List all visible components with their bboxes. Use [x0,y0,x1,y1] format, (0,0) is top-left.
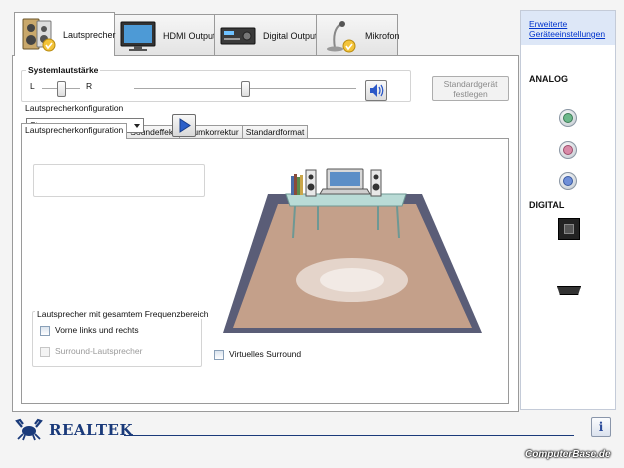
info-button[interactable]: i [591,417,611,437]
tab-speaker-configuration[interactable]: Lautsprecherkonfiguration [21,123,128,139]
tab-digital-output[interactable]: Digital Output [214,14,318,56]
surround-speakers-checkbox[interactable] [40,347,50,357]
tab-hdmi-output-label: HDMI Output [163,30,216,41]
speaker-config-group [33,164,205,197]
device-tab-bar: Lautsprecher HDMI Output Digital Output … [14,12,400,56]
hdmi-port-icon[interactable] [557,286,581,295]
tab-hdmi-output[interactable]: HDMI Output [114,14,216,56]
full-range-group-title: Lautsprecher mit gesamtem Frequenzbereic… [35,309,211,319]
blue-jack-icon[interactable] [559,172,577,190]
advanced-link-line-1: Erweiterte [529,19,568,29]
virtual-surround-label: Virtuelles Surround [229,349,302,359]
set-default-device-label: Standardgerät festlegen [443,79,498,99]
advanced-link-line-2: Geräteeinstellungen [529,29,606,39]
speaker-room-illustration [220,160,484,338]
front-left-right-checkbox[interactable] [40,326,50,336]
realtek-crab-logo [14,417,44,443]
receiver-icon [219,18,259,54]
tab-microphone-label: Mikrofon [365,30,400,41]
test-play-button[interactable] [172,114,196,137]
green-jack-icon[interactable] [559,109,577,127]
tab-speakers-label: Lautsprecher [63,29,116,40]
speaker-volume-icon [366,84,386,102]
digital-title: DIGITAL [529,200,565,210]
volume-slider-thumb[interactable] [240,81,250,97]
chevron-down-icon [134,124,140,128]
balance-slider-thumb[interactable] [56,81,66,97]
analog-title: ANALOG [529,74,568,84]
connector-sidebar: Erweiterte Geräteeinstellungen ANALOG DI… [520,10,616,410]
balance-right-label: R [86,81,93,91]
realtek-brand-text: REALTEK [49,421,133,439]
pink-jack-icon[interactable] [559,141,577,159]
speaker-config-group-title: Lautsprecherkonfiguration [23,103,126,113]
advanced-device-settings-link[interactable]: Erweiterte Geräteeinstellungen [529,19,605,39]
tab-default-format-label: Standardformat [245,127,305,137]
system-volume-title: Systemlautstärke [26,65,101,75]
balance-left-label: L [30,81,35,91]
set-default-device-button[interactable]: Standardgerät festlegen [432,76,509,101]
play-icon [173,118,195,138]
virtual-surround-checkbox[interactable] [214,350,224,360]
mute-button[interactable] [365,80,387,101]
tab-default-format[interactable]: Standardformat [241,125,309,139]
tab-microphone[interactable]: Mikrofon [316,14,400,56]
optical-port-icon[interactable] [558,218,580,240]
inner-tab-bar: Lautsprecherkonfiguration Soundeffekt Ra… [21,123,309,139]
front-left-right-label: Vorne links und rechts [55,325,139,335]
monitor-icon [119,18,159,54]
tab-digital-output-label: Digital Output [263,30,318,41]
tab-speakers[interactable]: Lautsprecher [14,12,116,56]
info-icon: i [598,420,604,434]
tab-speaker-configuration-label: Lautsprecherkonfiguration [25,125,124,135]
microphone-icon [321,18,361,54]
full-range-speakers-group [32,311,202,367]
speaker-icon [19,17,59,53]
realtek-audio-manager-window: Lautsprecher HDMI Output Digital Output … [0,0,624,468]
surround-speakers-label: Surround-Lautsprecher [55,346,143,356]
brand-divider [124,435,574,436]
computerbase-watermark: ComputerBase.de [525,449,611,460]
